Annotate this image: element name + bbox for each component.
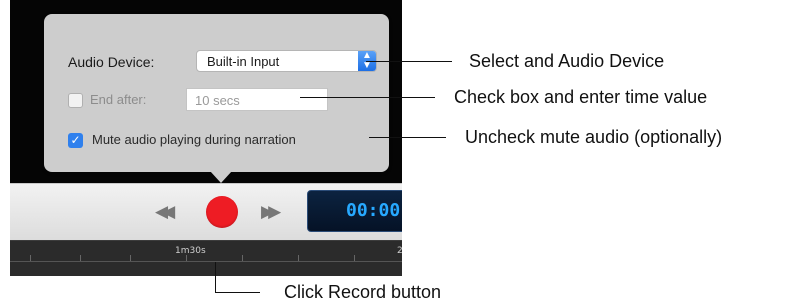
callout-device: Select and Audio Device — [469, 51, 665, 71]
end-after-label: End after: — [90, 92, 147, 107]
end-after-checkbox[interactable] — [68, 93, 83, 108]
audio-device-value: Built-in Input — [207, 54, 280, 69]
ruler-tick — [242, 255, 243, 261]
mute-audio-label: Mute audio playing during narration — [92, 132, 296, 147]
callout-line-record — [215, 262, 216, 292]
timecode-text: 00:00 — [346, 200, 401, 221]
callout-line-time — [300, 97, 435, 98]
callout-line-record-horizontal — [215, 292, 260, 293]
mute-audio-checkbox[interactable]: ✓ — [68, 133, 83, 148]
ruler-tick — [354, 255, 355, 261]
narration-popover: Audio Device: Built-in Input ▲ ▼ End afte… — [44, 14, 389, 172]
ruler-tick — [130, 255, 131, 261]
callout-mute: Uncheck mute audio (optionally) — [465, 127, 723, 147]
timecode-display: 00:00 — [307, 190, 402, 232]
screenshot-frame: 1m30s 2 Audio Device: Built-in Input ▲ ▼ … — [10, 0, 402, 276]
timeline-ruler: 1m30s 2 — [10, 240, 402, 276]
ruler-tick — [298, 255, 299, 261]
callout-line-device — [366, 61, 452, 62]
callout-record: Click Record button — [284, 282, 442, 302]
audio-device-label: Audio Device: — [68, 54, 155, 70]
callout-line-mute — [369, 137, 446, 138]
popover-arrow — [210, 171, 232, 183]
audio-device-select[interactable]: Built-in Input ▲ ▼ — [196, 50, 377, 72]
skip-back-icon[interactable]: ◀◀ — [155, 202, 175, 222]
ruler-tick — [80, 255, 81, 261]
end-after-time-field[interactable]: 10 secs — [186, 88, 328, 111]
ruler-label: 2 — [397, 246, 402, 256]
skip-forward-icon[interactable]: ▶▶ — [261, 202, 281, 222]
record-button[interactable] — [206, 196, 238, 228]
callout-time: Check box and enter time value — [454, 87, 708, 107]
ruler-label: 1m30s — [175, 246, 206, 256]
ruler-tick — [30, 255, 31, 261]
